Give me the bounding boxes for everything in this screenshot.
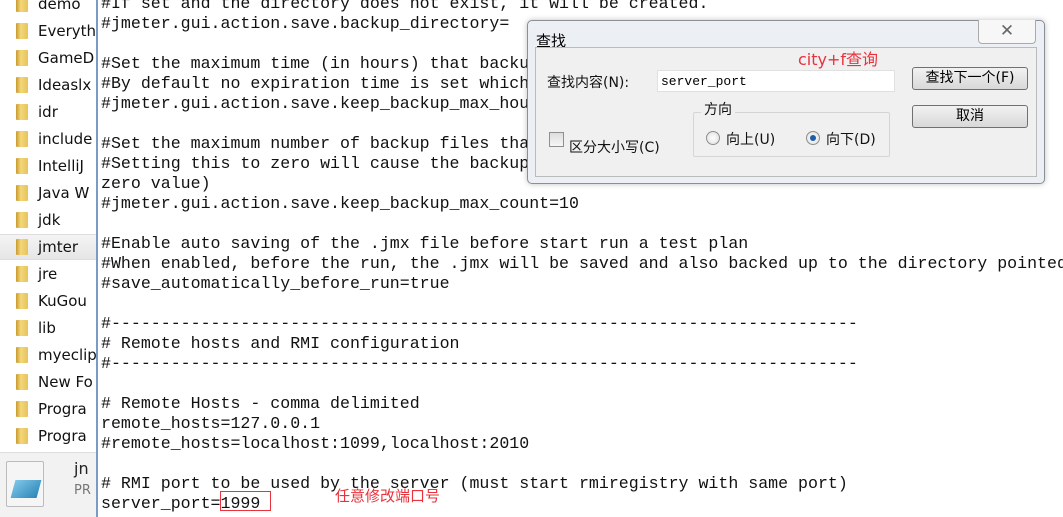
cancel-button[interactable]: 取消 (912, 105, 1028, 128)
file-name: jn (74, 459, 89, 478)
folder-icon (16, 401, 28, 417)
editor-line: #---------------------------------------… (101, 354, 858, 373)
folder-icon (16, 50, 28, 66)
folder-item[interactable]: Progra (0, 423, 96, 449)
close-button[interactable]: ✕ (978, 20, 1036, 44)
find-next-button[interactable]: 查找下一个(F) (912, 67, 1028, 90)
editor-line: #jmeter.gui.action.save.keep_backup_max_… (101, 94, 530, 113)
folder-label: GameD (38, 49, 95, 67)
editor-line: #jmeter.gui.action.save.keep_backup_max_… (101, 194, 579, 213)
folder-icon (16, 266, 28, 282)
shortcut-annotation: city+f查询 (798, 50, 879, 69)
folder-label: Everyth (38, 22, 96, 40)
direction-up-radio[interactable] (706, 131, 720, 145)
folder-icon (16, 23, 28, 39)
folder-item[interactable]: Progra (0, 396, 96, 422)
direction-up-label[interactable]: 向上(U) (726, 129, 775, 149)
folder-item[interactable]: jmter (0, 234, 96, 260)
folder-label: demo (38, 0, 81, 13)
folder-label: KuGou (38, 292, 87, 310)
editor-line: zero value) (101, 174, 211, 193)
folder-icon (16, 185, 28, 201)
folder-icon (16, 374, 28, 390)
dialog-body: 查找内容(N): 查找下一个(F) 取消 方向 向上(U) 向下(D) 区分大小… (535, 47, 1037, 177)
folder-label: Ideaslx (38, 76, 92, 94)
folder-label: jre (38, 265, 58, 283)
folder-icon (16, 158, 28, 174)
folder-label: IntelliJ (38, 157, 84, 175)
folder-label: jdk (38, 211, 61, 229)
folder-label: New Fo (38, 373, 93, 391)
folder-icon (16, 212, 28, 228)
folder-item[interactable]: Ideaslx (0, 72, 96, 98)
editor-line: #When enabled, before the run, the .jmx … (101, 254, 1063, 273)
folder-icon (16, 293, 28, 309)
folder-item[interactable]: GameD (0, 45, 96, 71)
folder-label: Progra (38, 400, 87, 418)
folder-label: idr (38, 103, 58, 121)
folder-icon (16, 104, 28, 120)
folder-label: Java W (38, 184, 90, 202)
folder-item[interactable]: lib (0, 315, 96, 341)
folder-item[interactable]: idr (0, 99, 96, 125)
port-highlight-box (220, 491, 271, 511)
folder-item[interactable]: IntelliJ (0, 153, 96, 179)
folder-item[interactable]: include (0, 126, 96, 152)
file-type: PR (74, 483, 91, 498)
editor-line: #Setting this to zero will cause the bac… (101, 154, 530, 173)
selected-file-details[interactable]: jn PR (0, 452, 96, 517)
editor-line: #Enable auto saving of the .jmx file bef… (101, 234, 749, 253)
folder-label: Progra (38, 427, 87, 445)
editor-line: #jmeter.gui.action.save.backup_directory… (101, 14, 510, 33)
find-label: 查找内容(N): (547, 75, 630, 91)
editor-line: #---------------------------------------… (101, 314, 858, 333)
folder-label: myeclip (38, 346, 96, 364)
editor-line: #Set the maximum time (in hours) that ba… (101, 54, 530, 73)
folder-icon (16, 347, 28, 363)
folder-item[interactable]: New Fo (0, 369, 96, 395)
folder-item[interactable]: Everyth (0, 18, 96, 44)
close-icon: ✕ (999, 21, 1015, 41)
folder-icon (16, 131, 28, 147)
editor-line: #If set and the directory does not exist… (101, 0, 709, 13)
folder-item[interactable]: KuGou (0, 288, 96, 314)
folder-icon (16, 0, 28, 12)
folder-item[interactable]: Java W (0, 180, 96, 206)
find-dialog: 查找 ✕ 查找内容(N): 查找下一个(F) 取消 方向 向上(U) 向下(D)… (527, 20, 1045, 184)
editor-line: #By default no expiration time is set wh… (101, 74, 530, 93)
folder-icon (16, 320, 28, 336)
folder-item[interactable]: myeclip (0, 342, 96, 368)
folder-tree: demo Everyth GameD Ideaslx idr include Intelli… (0, 0, 96, 517)
text-file-icon (6, 461, 44, 507)
editor-line: #Set the maximum number of backup files … (101, 134, 530, 153)
direction-down-radio[interactable] (806, 131, 820, 145)
folder-label: include (38, 130, 93, 148)
folder-item[interactable]: demo (0, 0, 96, 17)
match-case-checkbox[interactable] (549, 132, 564, 147)
folder-label: lib (38, 319, 56, 337)
direction-label: 方向 (701, 99, 735, 119)
editor-line: remote_hosts=127.0.0.1 (101, 414, 321, 433)
editor-line: # Remote hosts and RMI configuration (101, 334, 460, 353)
folder-item[interactable]: jre (0, 261, 96, 287)
direction-down-label[interactable]: 向下(D) (826, 129, 876, 149)
editor-line: #remote_hosts=localhost:1099,localhost:2… (101, 434, 530, 453)
editor-line: # RMI port to be used by the server (mus… (101, 474, 848, 493)
port-annotation: 任意修改端口号 (335, 487, 441, 505)
folder-item[interactable]: jdk (0, 207, 96, 233)
editor-line: # Remote Hosts - comma delimited (101, 394, 420, 413)
folder-icon (16, 239, 28, 255)
find-input[interactable] (657, 70, 895, 92)
match-case-label[interactable]: 区分大小写(C) (569, 137, 660, 157)
folder-icon (16, 77, 28, 93)
folder-icon (16, 428, 28, 444)
editor-line: #save_automatically_before_run=true (101, 274, 450, 293)
folder-label: jmter (38, 238, 79, 256)
